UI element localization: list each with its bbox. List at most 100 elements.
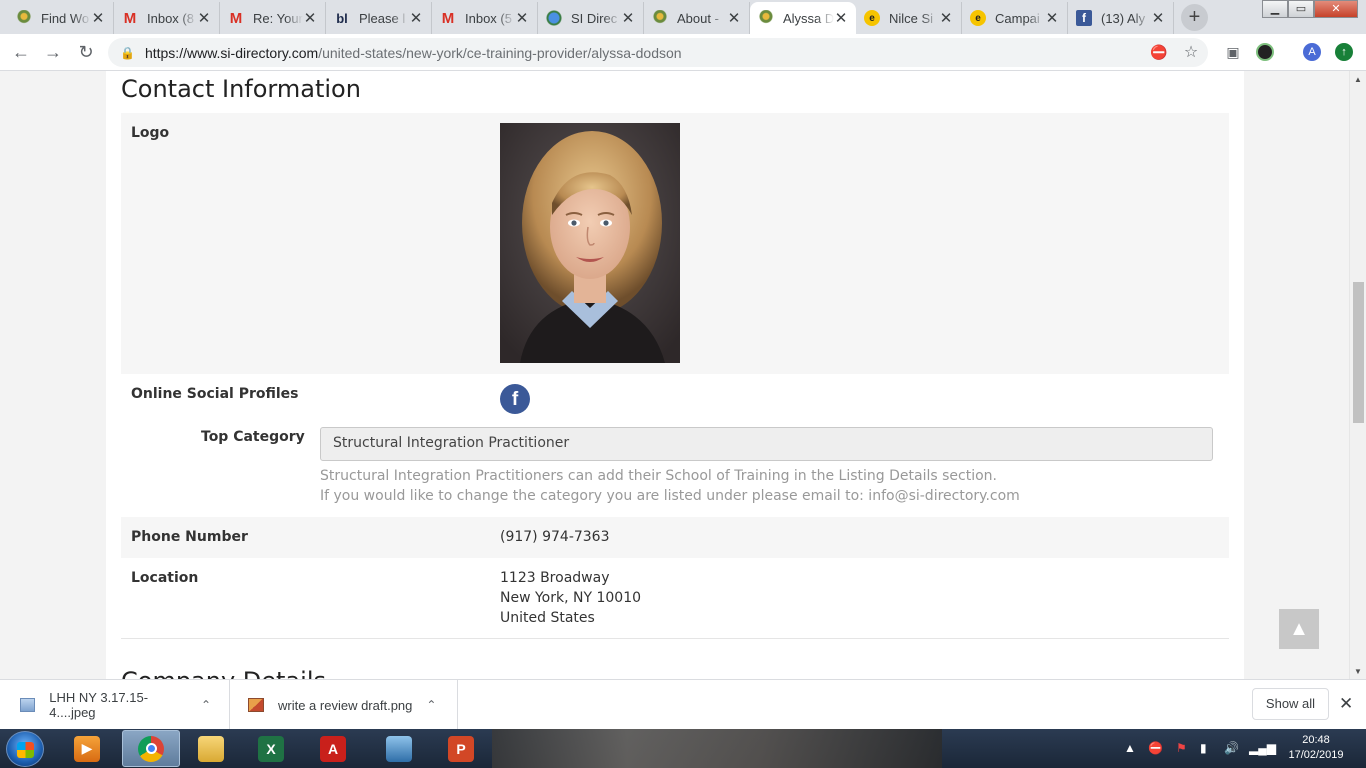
browser-tab[interactable]: Alyssa D ✕ [750,2,856,34]
tab-title: Find Wo [41,10,90,26]
start-button[interactable] [6,731,44,767]
tree-icon [652,10,668,26]
taskbar-chrome[interactable] [122,730,180,767]
browser-tab[interactable]: e Campai ✕ [962,2,1068,34]
folder-icon [198,735,224,762]
back-button[interactable]: ← [9,40,33,64]
taskbar-powerpoint[interactable]: P [432,730,490,767]
extension-icon[interactable]: ▣ [1224,43,1242,61]
tab-close-icon[interactable]: ✕ [621,9,635,27]
phone-number-value: (917) 974-7363 [500,529,610,545]
browser-tab[interactable]: bl Please l ✕ [326,2,432,34]
gmail-icon: M [123,9,137,27]
tab-close-icon[interactable]: ✕ [1045,9,1059,27]
acrobat-icon: A [320,735,346,762]
profile-photo [500,123,680,363]
contact-information-heading: Contact Information [121,75,361,103]
taskbar-background-image [492,729,942,768]
phone-number-label: Phone Number [131,529,248,545]
scroll-down-arrow-icon[interactable]: ▼ [1354,667,1362,676]
tab-close-icon[interactable]: ✕ [515,9,529,27]
battery-icon[interactable]: ▮ [1200,741,1207,755]
browser-tab[interactable]: f (13) Aly ✕ [1068,2,1174,34]
chevron-up-icon[interactable]: ⌃ [201,698,211,712]
tray-app-icon[interactable]: ⛔ [1148,741,1163,755]
photo-viewer-icon [386,735,412,762]
address-line-2: New York, NY 10010 [500,590,642,606]
vertical-scrollbar[interactable]: ▲ ▼ [1349,71,1366,679]
maximize-button[interactable]: ▭ [1288,0,1314,18]
browser-tab[interactable]: M Re: Your ✕ [220,2,326,34]
tab-title: Inbox (8 [147,10,194,26]
media-player-icon: ▶ [74,735,100,762]
tab-close-icon[interactable]: ✕ [409,9,423,27]
taskbar-acrobat[interactable]: A [304,730,362,767]
tab-close-icon[interactable]: ✕ [727,9,741,27]
blocked-content-icon[interactable]: ⛔ [1150,43,1168,61]
download-shelf: LHH NY 3.17.15-4....jpeg ⌃ write a revie… [0,679,1366,730]
browser-tab[interactable]: M Inbox (5 ✕ [432,2,538,34]
tab-close-icon[interactable]: ✕ [939,9,953,27]
browser-tab[interactable]: e Nilce Si ✕ [856,2,962,34]
scroll-up-arrow-icon[interactable]: ▲ [1354,75,1362,84]
tab-close-icon[interactable]: ✕ [197,9,211,27]
tray-expand-icon[interactable]: ▲ [1124,741,1136,755]
taskbar-photo-viewer[interactable] [370,730,428,767]
taskbar-explorer[interactable] [182,730,240,767]
tab-close-icon[interactable]: ✕ [303,9,317,27]
url-path: /united-states/new-york/ce-training-prov… [318,44,682,61]
bookmark-star-icon[interactable]: ☆ [1182,43,1200,61]
excel-icon: X [258,735,284,762]
close-icon[interactable]: ✕ [1339,694,1353,714]
download-item[interactable]: LHH NY 3.17.15-4....jpeg ⌃ [0,680,230,730]
volume-icon[interactable]: 🔊 [1224,741,1239,755]
tab-close-icon[interactable]: ✕ [834,9,848,27]
update-arrow-icon[interactable]: ↑ [1335,43,1353,61]
address-bar[interactable]: 🔒 https://www.si-directory.com/united-st… [108,38,1208,67]
tab-title: Campai [995,10,1040,26]
extension-circle-icon[interactable] [1256,43,1274,61]
browser-tab[interactable]: M Inbox (8 ✕ [114,2,220,34]
powerpoint-icon: P [448,735,474,762]
close-window-button[interactable]: ✕ [1314,0,1358,18]
section-divider [121,638,1229,639]
profile-avatar[interactable]: A [1303,43,1321,61]
online-social-profiles-label: Online Social Profiles [131,386,299,402]
taskbar-excel[interactable]: X [242,730,300,767]
new-tab-button[interactable]: + [1181,4,1208,31]
company-details-heading: Company Details [121,667,326,679]
tab-close-icon[interactable]: ✕ [1151,9,1165,27]
mailchimp-icon: e [864,10,880,26]
location-label: Location [131,570,199,586]
action-center-icon[interactable]: ⚑ [1176,741,1187,755]
tree-icon [758,10,774,26]
page-content: Contact Information Logo Online Social P… [106,71,1244,679]
tab-close-icon[interactable]: ✕ [91,9,105,27]
network-signal-icon[interactable]: ▂▄▆ [1249,741,1276,755]
scrollbar-thumb[interactable] [1353,282,1364,423]
show-all-downloads-button[interactable]: Show all [1252,688,1329,720]
bl-icon: bl [336,10,348,26]
download-item[interactable]: write a review draft.png ⌃ [230,680,458,730]
forward-button[interactable]: → [41,40,65,64]
browser-tab[interactable]: SI Direc ✕ [538,2,644,34]
url-host: https://www.si-directory.com [144,44,319,61]
minimize-button[interactable]: ▁ [1262,0,1288,18]
tab-title: Re: Your [253,10,303,26]
tab-title: SI Direc [571,10,618,26]
gmail-icon: M [441,9,455,27]
browser-tab[interactable]: About - ✕ [644,2,750,34]
reload-button[interactable]: ↻ [74,40,98,64]
scroll-to-top-button[interactable]: ▲ [1279,609,1319,649]
clock-time: 20:48 [1302,734,1330,746]
facebook-icon[interactable]: f [500,384,530,414]
browser-tab[interactable]: Find Wo ✕ [8,2,114,34]
taskbar-media-player[interactable]: ▶ [58,730,116,767]
tab-title: Nilce Si [889,10,934,26]
tab-title: Please l [359,10,406,26]
top-category-field[interactable]: Structural Integration Practitioner [320,427,1213,461]
tab-title: Alyssa D [783,10,834,26]
chevron-up-icon[interactable]: ⌃ [426,698,436,712]
system-clock[interactable]: 20:48 17/02/2019 [1278,733,1354,763]
image-file-icon [20,698,36,712]
